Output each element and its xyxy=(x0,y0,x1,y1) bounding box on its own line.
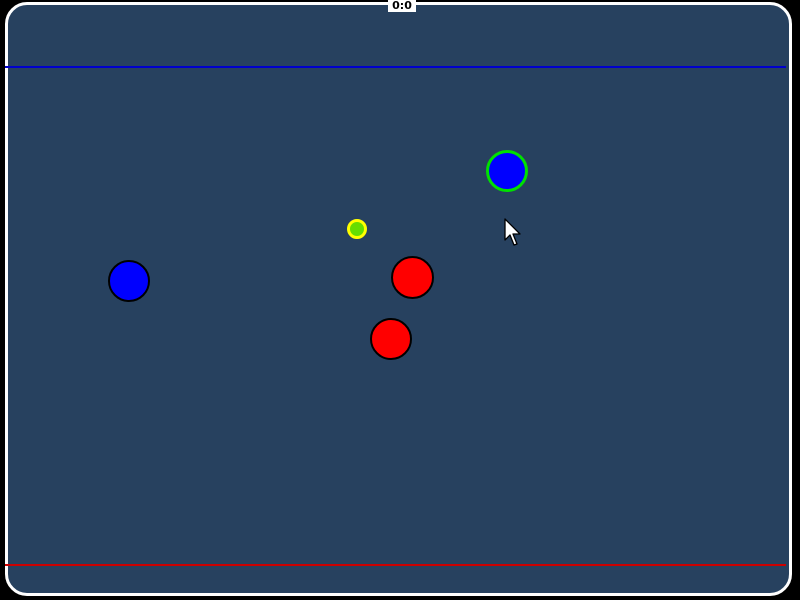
score-display: 0:0 xyxy=(388,0,416,12)
red-goal-line xyxy=(5,564,786,566)
red-player[interactable] xyxy=(391,256,434,299)
blue-goal-line xyxy=(5,66,786,68)
mouse-pointer-icon xyxy=(504,218,521,246)
ball[interactable] xyxy=(347,219,367,239)
game-screen[interactable]: 0:0 xyxy=(0,0,800,600)
blue-player[interactable] xyxy=(108,260,150,302)
red-player[interactable] xyxy=(370,318,412,360)
blue-player-controlled[interactable] xyxy=(486,150,528,192)
